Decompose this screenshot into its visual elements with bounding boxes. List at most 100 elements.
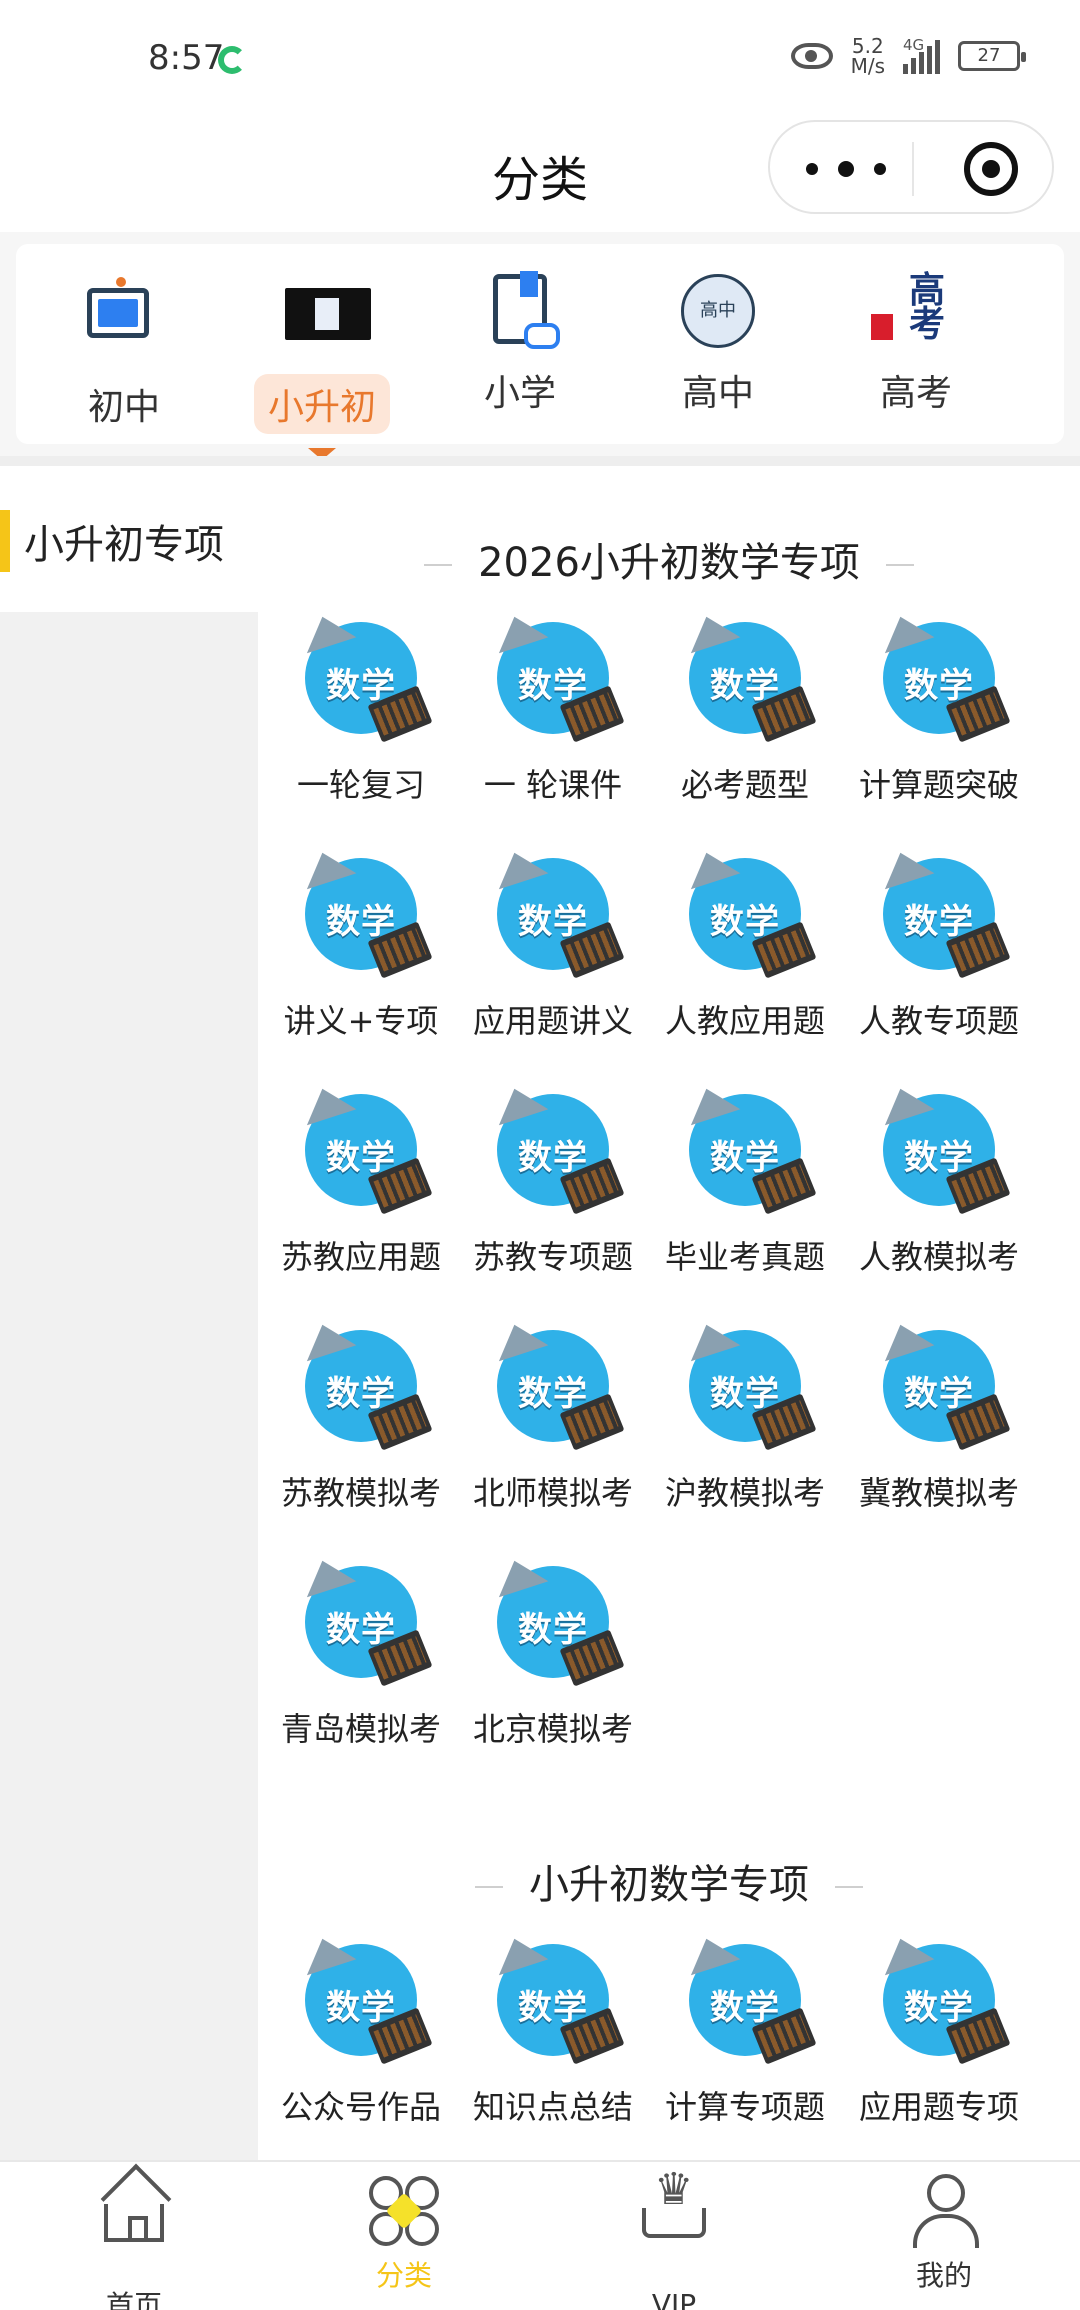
math-icon: 数学 bbox=[297, 1552, 433, 1687]
grid-item[interactable]: 数学应用题专项 bbox=[844, 1930, 1034, 2128]
status-time: 8:57 bbox=[148, 38, 225, 78]
grid-item[interactable]: 数学人教专项题 bbox=[844, 844, 1034, 1042]
math-icon: 数学 bbox=[297, 844, 433, 979]
book-icon bbox=[483, 271, 560, 349]
grid-item[interactable]: 数学讲义+专项 bbox=[266, 844, 456, 1042]
grid-item[interactable]: 数学 人教应用题 bbox=[650, 844, 840, 1042]
sidebar: 小升初专项 bbox=[0, 470, 258, 2160]
math-icon-text: 数学 bbox=[710, 902, 780, 942]
math-icon: 数学 bbox=[681, 608, 817, 743]
math-icon-text: 数学 bbox=[710, 1374, 780, 1414]
grid-item[interactable]: 数学冀教模拟考 bbox=[844, 1316, 1034, 1514]
gaokao-icon-text: 高考 bbox=[871, 273, 961, 343]
math-icon: 数学 bbox=[489, 1552, 625, 1687]
tab-home[interactable]: 首页 bbox=[34, 2174, 234, 2310]
tab-gaokao[interactable]: 高考 高考 bbox=[836, 273, 996, 420]
math-icon: 数学 bbox=[489, 1316, 625, 1451]
grid-item[interactable]: 数学 苏教模拟考 bbox=[266, 1316, 456, 1514]
math-icon: 数学 bbox=[875, 1316, 1011, 1451]
signal-icon: 4G bbox=[903, 36, 940, 74]
grid-item-label: 计算题突破 bbox=[858, 766, 1019, 804]
grid-item[interactable]: 数学 沪教模拟考 bbox=[650, 1316, 840, 1514]
math-icon-text: 数学 bbox=[518, 1610, 588, 1650]
grid-item[interactable]: 数学 毕业考真题 bbox=[650, 1080, 840, 1278]
grid-item[interactable]: 数学 北师模拟考 bbox=[458, 1316, 648, 1514]
grid-item-label: 沪教模拟考 bbox=[664, 1474, 825, 1512]
tab-primary-to-junior[interactable]: 小升初 bbox=[242, 274, 402, 460]
grid-item-label: 讲义+专项 bbox=[283, 1002, 439, 1040]
status-indicators: 5.2 M/s 4G 27 bbox=[790, 36, 1026, 76]
net-speed-value: 5.2 bbox=[851, 34, 884, 58]
monitor-icon bbox=[87, 277, 161, 362]
grid-item-label: 应用题讲义 bbox=[472, 1002, 633, 1040]
grid-item[interactable]: 数学 必考题型 bbox=[650, 608, 840, 806]
capsule-divider bbox=[912, 142, 914, 196]
grid-item[interactable]: 数学 公众号作品 bbox=[266, 1930, 456, 2128]
math-icon: 数学 bbox=[875, 1080, 1011, 1215]
tab-label: 初中 bbox=[87, 387, 160, 428]
grid-item-label: 冀教模拟考 bbox=[858, 1474, 1019, 1512]
section-title: 小升初数学专项 bbox=[258, 1852, 1080, 1910]
tab-label: 首页 bbox=[105, 2289, 162, 2310]
grid-item-label: 一 轮课件 bbox=[483, 766, 623, 804]
page-header: 分类 bbox=[0, 120, 1080, 230]
status-bar: 8:57 5.2 M/s 4G 27 bbox=[0, 0, 1080, 120]
close-mini-program-button[interactable] bbox=[964, 142, 1018, 196]
grid-item[interactable]: 数学一 轮课件 bbox=[458, 608, 648, 806]
grid-item[interactable]: 数学 应用题讲义 bbox=[458, 844, 648, 1042]
grid-item-label: 知识点总结 bbox=[472, 2088, 633, 2126]
grid-item[interactable]: 数学计算专项题 bbox=[650, 1930, 840, 2128]
gaokao-icon: 高考 bbox=[871, 273, 953, 348]
net-speed-unit: M/s bbox=[850, 54, 885, 78]
grid-item[interactable]: 数学 人教模拟考 bbox=[844, 1080, 1034, 1278]
math-icon: 数学 bbox=[875, 844, 1011, 979]
grid-item[interactable]: 数学 苏教应用题 bbox=[266, 1080, 456, 1278]
grid-item-label: 应用题专项 bbox=[858, 2088, 1019, 2126]
grid-item[interactable]: 数学 苏教专项题 bbox=[458, 1080, 648, 1278]
section-title-text: 小升初数学专项 bbox=[529, 1862, 809, 1908]
grid-item-label: 苏教应用题 bbox=[280, 1238, 441, 1276]
grid-item-label: 一轮复习 bbox=[296, 766, 425, 804]
math-icon: 数学 bbox=[297, 1316, 433, 1451]
math-icon-text: 数学 bbox=[326, 1988, 396, 2028]
grid-item-label: 计算专项题 bbox=[664, 2088, 825, 2126]
grid-item-label: 北师模拟考 bbox=[472, 1474, 633, 1512]
category-tabs-panel: 初中 小升初 小学 高中 高中 高考 高考 bbox=[16, 244, 1064, 460]
grid-item[interactable]: 数学 一轮复习 bbox=[266, 608, 456, 806]
category-tabs: 初中 小升初 小学 高中 高中 高考 高考 bbox=[0, 232, 1080, 460]
category-icon bbox=[367, 2174, 441, 2248]
math-icon: 数学 bbox=[297, 1930, 433, 2065]
tab-category[interactable]: 分类 bbox=[304, 2174, 504, 2294]
math-icon: 数学 bbox=[681, 1316, 817, 1451]
tab-me[interactable]: 我的 bbox=[844, 2174, 1044, 2294]
grid-item[interactable]: 数学 北京模拟考 bbox=[458, 1552, 648, 1750]
more-menu-button[interactable] bbox=[806, 154, 886, 184]
grid-item[interactable]: 数学 青岛模拟考 bbox=[266, 1552, 456, 1750]
grid-item[interactable]: 数学 知识点总结 bbox=[458, 1930, 648, 2128]
home-icon bbox=[97, 2204, 171, 2278]
math-icon: 数学 bbox=[489, 1930, 625, 2065]
grid-item-label: 人教专项题 bbox=[858, 1002, 1019, 1040]
sidebar-item-xiaoshengchu[interactable]: 小升初专项 bbox=[0, 470, 258, 612]
divider bbox=[0, 456, 1080, 466]
dot-icon bbox=[874, 163, 886, 175]
tab-senior-high[interactable]: 高中 高中 bbox=[638, 274, 798, 420]
network-speed: 5.2 M/s bbox=[851, 36, 885, 76]
math-icon-text: 数学 bbox=[904, 666, 974, 706]
math-icon: 数学 bbox=[681, 844, 817, 979]
tab-junior-high[interactable]: 初中 bbox=[44, 274, 204, 434]
network-type: 4G bbox=[903, 36, 925, 54]
math-icon: 数学 bbox=[681, 1930, 817, 2065]
math-icon: 数学 bbox=[875, 1930, 1011, 2065]
math-icon-text: 数学 bbox=[518, 1988, 588, 2028]
grid-item-label: 毕业考真题 bbox=[664, 1238, 825, 1276]
tab-primary[interactable]: 小学 bbox=[440, 271, 600, 420]
math-icon-text: 数学 bbox=[326, 666, 396, 706]
senior-badge-icon: 高中 bbox=[681, 274, 755, 348]
math-icon-text: 数学 bbox=[518, 1374, 588, 1414]
math-icon-text: 数学 bbox=[518, 902, 588, 942]
tab-vip[interactable]: VIP bbox=[574, 2168, 774, 2310]
math-icon-text: 数学 bbox=[326, 902, 396, 942]
grid-item[interactable]: 数学 计算题突破 bbox=[844, 608, 1034, 806]
grid-item-label: 人教应用题 bbox=[664, 1002, 825, 1040]
